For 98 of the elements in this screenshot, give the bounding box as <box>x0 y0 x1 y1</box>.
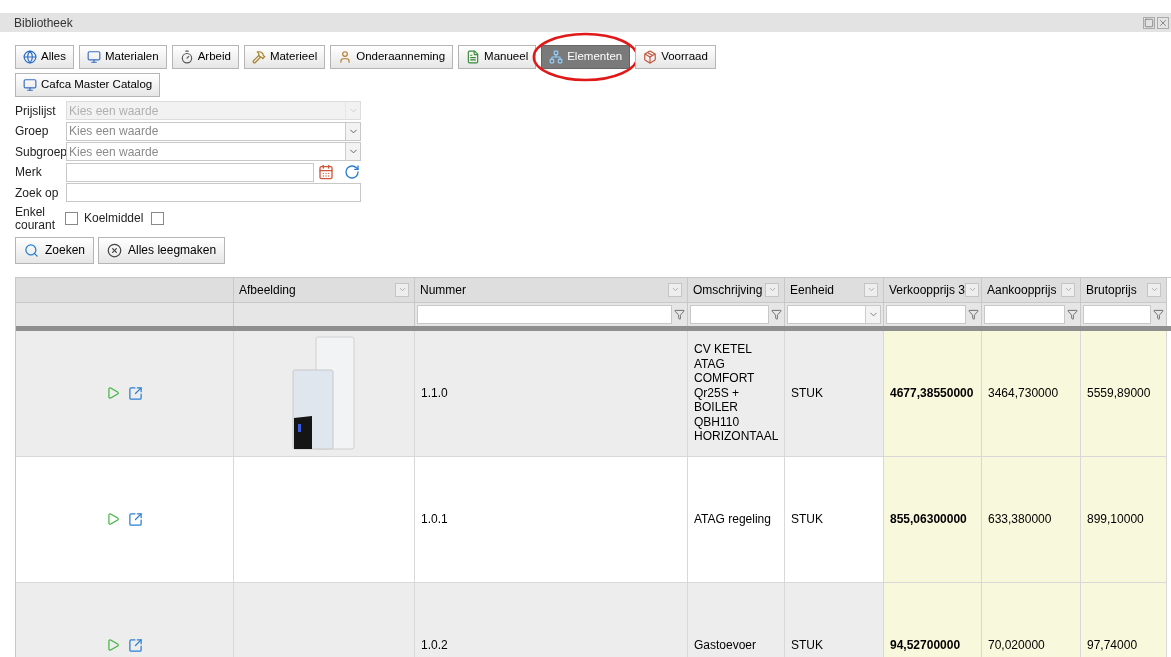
caret-icon <box>866 285 876 294</box>
cell-text: 97,74000 <box>1087 637 1138 653</box>
cell-text: STUK <box>791 385 823 401</box>
column-menu-button[interactable] <box>765 282 779 297</box>
column-title: Aankoopprijs <box>987 281 1057 299</box>
select-placeholder: Kies een waarde <box>68 102 159 120</box>
cell-text: 5559,89000 <box>1087 385 1151 401</box>
checkbox-label: Enkel courant <box>15 205 57 232</box>
cell-text: 899,10000 <box>1087 511 1144 527</box>
field-label: Groep <box>15 123 50 141</box>
caret-icon <box>397 285 407 294</box>
search-icon <box>24 242 39 258</box>
select-field[interactable]: Kies een waarde <box>66 121 361 141</box>
stopwatch-icon <box>179 50 194 64</box>
column-filter-field[interactable] <box>1083 304 1151 324</box>
export-icon[interactable] <box>128 637 143 653</box>
play-icon[interactable] <box>106 638 120 652</box>
column-menu-button[interactable] <box>965 282 980 297</box>
category-tab[interactable]: Materieel <box>243 45 326 69</box>
category-tab[interactable]: Elementen <box>541 45 631 69</box>
cell-text: 94,52700000 <box>890 637 961 653</box>
filter-icon[interactable] <box>771 308 782 320</box>
hammer-icon <box>251 50 266 64</box>
column-menu-button[interactable] <box>395 282 409 297</box>
caret-icon <box>967 285 977 294</box>
cell-text: STUK <box>791 511 823 527</box>
category-tab[interactable]: Alles <box>15 45 74 69</box>
window-title: Bibliotheek <box>14 14 73 32</box>
cell-text: 1.0.2 <box>421 637 448 653</box>
cell-text: 3464,730000 <box>988 385 1059 401</box>
hierarchy-icon <box>549 50 564 64</box>
cell-text: 1.1.0 <box>421 385 448 401</box>
maximize-icon[interactable] <box>1143 16 1155 29</box>
filter-icon[interactable] <box>674 308 685 320</box>
caret-icon <box>1063 285 1073 294</box>
column-title: Brutoprijs <box>1086 281 1137 299</box>
column-menu-button[interactable] <box>668 282 682 297</box>
category-tab[interactable]: Manueel <box>458 45 537 69</box>
cell-text: 1.0.1 <box>421 511 448 527</box>
select-placeholder: Kies een waarde <box>68 143 159 161</box>
search-button[interactable]: Zoeken <box>15 236 95 264</box>
filter-icon[interactable] <box>1067 308 1078 320</box>
filter-icon[interactable] <box>1153 308 1164 320</box>
brand-field[interactable] <box>66 162 314 182</box>
checkbox[interactable] <box>151 212 165 225</box>
play-icon[interactable] <box>106 512 120 526</box>
category-tab[interactable]: Cafca Master Catalog <box>15 73 161 97</box>
column-title: Nummer <box>420 281 466 299</box>
category-tab[interactable]: Onderaanneming <box>330 45 454 69</box>
globe-icon <box>23 50 37 64</box>
select-placeholder: Kies een waarde <box>68 123 159 141</box>
column-filter-field[interactable] <box>690 304 769 324</box>
clear-icon <box>107 242 123 258</box>
column-menu-button[interactable] <box>1061 282 1075 297</box>
cell-text: Gastoevoer <box>694 637 757 653</box>
cell-text: 633,380000 <box>988 511 1052 527</box>
column-filter-field[interactable] <box>886 304 966 324</box>
column-menu-button[interactable] <box>864 282 878 297</box>
cell-text: CV KETEL ATAG COMFORT Qr25S + BOILER QBH110 HORIZONTAAL <box>694 342 779 444</box>
computer-icon <box>86 50 101 64</box>
column-filter-field[interactable] <box>984 304 1065 324</box>
select-field[interactable]: Kies een waarde <box>66 142 361 162</box>
column-menu-button[interactable] <box>1147 282 1161 297</box>
field-label: Subgroep <box>15 143 66 161</box>
column-title: Verkoopprijs 3 <box>889 281 966 299</box>
clear-button[interactable]: Alles leegmaken <box>98 236 226 264</box>
column-title: Afbeelding <box>239 281 296 299</box>
package-icon <box>643 50 658 64</box>
export-icon[interactable] <box>128 511 143 527</box>
checkbox[interactable] <box>65 212 78 225</box>
cell-text: 855,06300000 <box>890 511 967 527</box>
caret-icon <box>670 285 680 294</box>
category-tab[interactable]: Materialen <box>78 45 167 69</box>
field-label: Zoek op <box>15 184 60 202</box>
export-icon[interactable] <box>128 385 143 401</box>
search-field[interactable] <box>66 183 361 203</box>
cell-text: ATAG regeling <box>694 511 771 527</box>
category-tab[interactable]: Voorraad <box>635 45 716 69</box>
calendar-icon[interactable] <box>318 164 334 181</box>
category-tab[interactable]: Arbeid <box>171 45 239 69</box>
field-label: Merk <box>15 164 43 182</box>
cell-text: 70,020000 <box>988 637 1045 653</box>
filter-icon[interactable] <box>968 308 979 320</box>
cell-text: STUK <box>791 637 823 653</box>
caret-icon <box>767 285 777 294</box>
close-icon[interactable] <box>1157 16 1169 29</box>
document-icon <box>466 50 481 64</box>
caret-icon <box>1149 285 1159 294</box>
column-filter-field[interactable] <box>417 304 672 324</box>
column-title: Omschrijving <box>693 281 763 299</box>
checkbox-label: Koelmiddel <box>84 212 144 225</box>
computer-icon <box>23 78 37 92</box>
refresh-icon[interactable] <box>344 164 360 181</box>
person-icon <box>338 50 353 64</box>
field-label: Prijslijst <box>15 102 57 120</box>
play-icon[interactable] <box>106 386 120 400</box>
column-title: Eenheid <box>790 281 835 299</box>
cell-text: 4677,38550000 <box>890 385 974 401</box>
